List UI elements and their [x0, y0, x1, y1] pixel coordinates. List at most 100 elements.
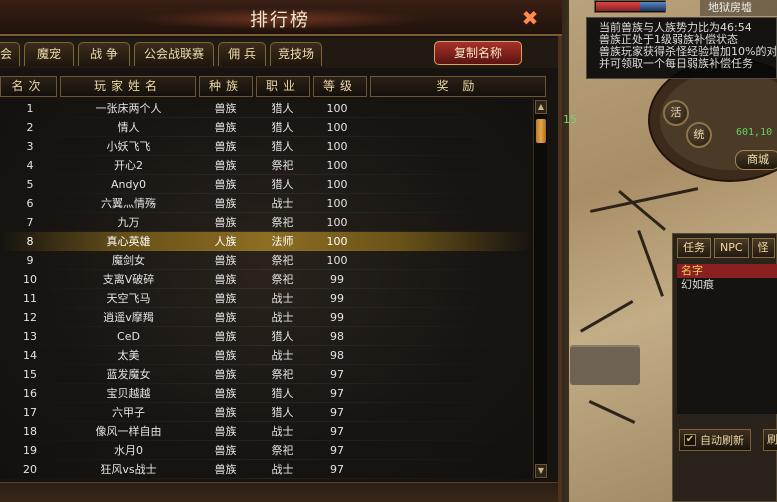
header-level[interactable]: 等级 [313, 76, 367, 97]
cell-level: 97 [330, 463, 344, 476]
cell-rank: 9 [26, 254, 34, 267]
cell-player-name: CeD [117, 330, 140, 343]
cell-level: 97 [330, 406, 344, 419]
ruin-rock [570, 345, 640, 385]
tab-pet[interactable]: 魔宠 [24, 42, 74, 66]
cell-race: 兽族 [214, 330, 237, 343]
cell-race: 兽族 [214, 292, 237, 305]
cell-player-name: 水月0 [114, 444, 143, 457]
scroll-up-icon[interactable]: ▲ [535, 100, 547, 114]
cell-rank: 14 [23, 349, 37, 362]
cell-rank: 2 [26, 121, 34, 134]
tab-war[interactable]: 战 争 [78, 42, 130, 66]
cell-job: 战士 [271, 311, 294, 324]
cell-player-name: 太美 [117, 349, 140, 362]
table-row[interactable]: 14 太美 兽族 战士 98 [0, 346, 532, 365]
table-row[interactable]: 11 天空飞马 兽族 战士 99 [0, 289, 532, 308]
table-row[interactable]: 4 开心2 兽族 祭祀 100 [0, 156, 532, 175]
cell-level: 97 [330, 444, 344, 457]
cell-race: 人族 [214, 235, 237, 248]
cell-race: 兽族 [214, 254, 237, 267]
table-row[interactable]: 13 CeD 兽族 猎人 98 [0, 327, 532, 346]
table-row[interactable]: 5 Andy0 兽族 猎人 100 [0, 175, 532, 194]
row-divider [10, 478, 522, 479]
activity-button[interactable]: 活 [663, 100, 689, 126]
shop-button[interactable]: 商城 [735, 150, 777, 170]
tab-guild[interactable]: 会 [0, 42, 20, 66]
table-row[interactable]: 10 支离V破碎 兽族 祭祀 99 [0, 270, 532, 289]
scroll-thumb[interactable] [536, 119, 546, 143]
cell-rank: 15 [23, 368, 37, 381]
table-row[interactable]: 7 九万 兽族 祭祀 100 [0, 213, 532, 232]
cell-race: 兽族 [214, 159, 237, 172]
cell-job: 猎人 [271, 121, 294, 134]
cell-level: 100 [326, 102, 348, 115]
table-header: 名次 玩家姓名 种族 职业 等级 奖 励 [0, 76, 548, 98]
tab-monster[interactable]: 怪 [751, 238, 775, 258]
table-row[interactable]: 9 魔剑女 兽族 祭祀 100 [0, 251, 532, 270]
checkbox-icon[interactable]: ✔ [684, 434, 696, 446]
cell-rank: 18 [23, 425, 37, 438]
scrollbar[interactable]: ▲ ▼ [533, 99, 547, 479]
cell-player-name: 小妖飞飞 [106, 140, 151, 153]
header-race[interactable]: 种族 [199, 76, 253, 97]
hp-fill [596, 2, 640, 11]
cell-rank: 5 [26, 178, 34, 191]
scroll-down-icon[interactable]: ▼ [535, 464, 547, 478]
header-name[interactable]: 玩家姓名 [60, 76, 196, 97]
cell-player-name: 魔剑女 [112, 254, 145, 267]
cell-rank: 8 [26, 235, 34, 248]
window-title: 排行榜 [250, 10, 310, 31]
header-job[interactable]: 职业 [256, 76, 310, 97]
refresh-button[interactable]: 刷 [763, 429, 777, 451]
auto-refresh-label: 自动刷新 [700, 434, 744, 447]
quest-list-header: 名字 [677, 264, 777, 278]
cell-level: 100 [326, 235, 348, 248]
table-row[interactable]: 15 蓝发魔女 兽族 祭祀 97 [0, 365, 532, 384]
table-row[interactable]: 20 狂风vs战士 兽族 战士 97 [0, 460, 532, 479]
tab-quest[interactable]: 任务 [677, 238, 711, 258]
table-row[interactable]: 2 情人 兽族 猎人 100 [0, 118, 532, 137]
cell-rank: 1 [26, 102, 34, 115]
cell-level: 100 [326, 254, 348, 267]
cell-race: 兽族 [214, 387, 237, 400]
cell-job: 祭祀 [271, 273, 294, 286]
cell-level: 100 [326, 197, 348, 210]
cell-level: 100 [326, 216, 348, 229]
table-row[interactable]: 18 像风一样自由 兽族 战士 97 [0, 422, 532, 441]
table-row[interactable]: 3 小妖飞飞 兽族 猎人 100 [0, 137, 532, 156]
table-row[interactable]: 16 宝贝越越 兽族 猎人 97 [0, 384, 532, 403]
header-rank[interactable]: 名次 [0, 76, 57, 97]
cell-player-name: 支离V破碎 [102, 273, 155, 286]
tab-arena[interactable]: 竞技场 [270, 42, 322, 66]
cell-race: 兽族 [214, 311, 237, 324]
cell-level: 99 [330, 292, 344, 305]
cell-player-name: 天空飞马 [106, 292, 151, 305]
auto-refresh-toggle[interactable]: ✔ 自动刷新 [679, 429, 751, 451]
table-row[interactable]: 6 六翼灬情殇 兽族 战士 100 [0, 194, 532, 213]
cell-race: 兽族 [214, 273, 237, 286]
cell-job: 祭祀 [271, 216, 294, 229]
table-row[interactable]: 17 六甲子 兽族 猎人 97 [0, 403, 532, 422]
coordinate-readout: 601,10 [736, 127, 773, 138]
table-row[interactable]: 12 逍遥v摩羯 兽族 战士 99 [0, 308, 532, 327]
cell-job: 猎人 [271, 102, 294, 115]
cell-race: 兽族 [214, 463, 237, 476]
close-icon[interactable]: ✖ [519, 8, 541, 30]
tab-guild-league[interactable]: 公会战联赛 [134, 42, 214, 66]
window-titlebar[interactable]: 排行榜 ✖ [0, 0, 562, 36]
table-row[interactable]: 8 真心英雄 人族 法师 100 [0, 232, 532, 251]
stats-button[interactable]: 统 [686, 122, 712, 148]
table-row[interactable]: 19 水月0 兽族 祭祀 97 [0, 441, 532, 460]
tab-npc[interactable]: NPC [714, 238, 749, 258]
cell-job: 战士 [271, 425, 294, 438]
copy-name-button[interactable]: 复制名称 [434, 41, 522, 65]
cell-race: 兽族 [214, 368, 237, 381]
cell-player-name: 狂风vs战士 [100, 463, 157, 476]
cell-rank: 13 [23, 330, 37, 343]
cell-job: 战士 [271, 349, 294, 362]
cell-rank: 10 [23, 273, 37, 286]
quest-list-item[interactable]: 幻如痕 [677, 278, 777, 292]
table-row[interactable]: 1 一张床两个人 兽族 猎人 100 [0, 99, 532, 118]
tab-mercenary[interactable]: 佣 兵 [218, 42, 266, 66]
